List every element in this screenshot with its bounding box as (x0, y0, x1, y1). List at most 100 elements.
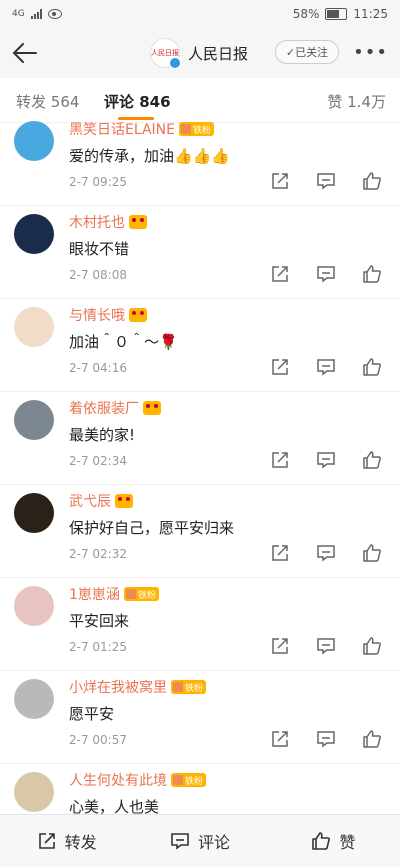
share-icon[interactable] (270, 543, 290, 563)
comment-list: 黑笑日话ELAINE 铁粉 爱的传承，加油👍👍👍 2-7 09:25 木村托也 眼妆不错 2… (0, 113, 400, 857)
reply-icon[interactable] (316, 543, 336, 563)
clock: 11:25 (353, 7, 388, 21)
like-icon[interactable] (362, 729, 382, 749)
comment-item[interactable]: 着依服装厂最美的家! 2-7 02:34 (0, 392, 400, 485)
tab-comments[interactable]: 评论 846 (104, 91, 171, 112)
comment-item[interactable]: 与情长哦 加油＾０＾～🌹 2-7 04:16 (0, 299, 400, 392)
comment-item[interactable]: 木村托也眼妆不错 2-7 08:08 (0, 206, 400, 299)
comment-time: 2-7 00:57 (69, 733, 127, 747)
comment-actions (270, 357, 382, 377)
share-icon[interactable] (270, 357, 290, 377)
comment-actions (270, 729, 382, 749)
follow-button[interactable]: ✓已关注 (275, 40, 339, 64)
avatar[interactable] (14, 307, 54, 347)
comment-item[interactable]: 黑笑日话ELAINE 铁粉 爱的传承，加油👍👍👍 2-7 09:25 (0, 113, 400, 206)
fan-badge: 铁粉 (179, 122, 215, 136)
comment-item[interactable]: 小烊在我被窝里 铁粉 愿平安 2-7 00:57 (0, 671, 400, 764)
account-logo: 人民日报 (150, 38, 181, 69)
fan-badge: 铁粉 (123, 587, 159, 601)
share-icon[interactable] (270, 729, 290, 749)
avatar[interactable] (14, 214, 54, 254)
like-icon[interactable] (362, 171, 382, 191)
comment-actions (270, 636, 382, 656)
page-title: 人民日报 (188, 44, 249, 63)
back-arrow-icon[interactable] (10, 39, 40, 67)
account-header[interactable]: 人民日报 人民日报 (150, 38, 249, 69)
crown-badge-icon (129, 308, 147, 322)
username[interactable]: 人生何处有此境 (69, 770, 167, 790)
username[interactable]: 1崽崽涵 (69, 584, 120, 604)
comment-time: 2-7 04:16 (69, 361, 127, 375)
comment-author: 人生何处有此境 铁粉 (69, 770, 207, 790)
crown-icon (125, 589, 136, 599)
crown-badge-icon (115, 494, 133, 508)
like-icon[interactable] (362, 357, 382, 377)
reply-icon[interactable] (316, 357, 336, 377)
tab-repost[interactable]: 转发 564 (16, 91, 79, 112)
comment-time: 2-7 02:32 (69, 547, 127, 561)
share-icon[interactable] (270, 636, 290, 656)
avatar[interactable] (14, 772, 54, 812)
crown-badge-icon (129, 215, 147, 229)
top-bar: 人民日报 人民日报 ✓已关注 ••• (0, 28, 400, 78)
like-icon[interactable] (362, 450, 382, 470)
comment-button[interactable]: 评论 (133, 815, 266, 867)
comment-actions (270, 171, 382, 191)
signal-icon (30, 9, 42, 19)
comment-time: 2-7 01:25 (69, 640, 127, 654)
share-icon[interactable] (270, 171, 290, 191)
avatar[interactable] (14, 679, 54, 719)
comment-item[interactable]: 武弋辰 保护好自己，愿平安归来 2-7 02:32 (0, 485, 400, 578)
like-icon[interactable] (362, 264, 382, 284)
reply-icon[interactable] (316, 729, 336, 749)
network-label: 4G (12, 9, 25, 19)
username[interactable]: 与情长哦 (69, 305, 125, 325)
username[interactable]: 着依服装厂 (69, 398, 139, 418)
username[interactable]: 武弋辰 (69, 491, 111, 511)
like-icon[interactable] (362, 543, 382, 563)
avatar[interactable] (14, 400, 54, 440)
like-button[interactable]: 赞 (267, 815, 400, 867)
share-icon[interactable] (270, 264, 290, 284)
crown-icon (181, 124, 191, 134)
avatar[interactable] (14, 121, 54, 161)
comment-author: 黑笑日话ELAINE 铁粉 (69, 119, 215, 139)
reply-icon[interactable] (316, 264, 336, 284)
crown-icon (173, 682, 183, 692)
comment-item[interactable]: 1崽崽涵 铁粉 平安回来 2-7 01:25 (0, 578, 400, 671)
tab-likes[interactable]: 赞 1.4万 (327, 91, 386, 112)
like-icon[interactable] (362, 636, 382, 656)
comment-time: 2-7 02:34 (69, 454, 127, 468)
comment-text: 爱的传承，加油👍👍👍 (69, 147, 231, 165)
crown-badge-icon (143, 401, 161, 415)
comment-actions (270, 264, 382, 284)
username[interactable]: 黑笑日话ELAINE (69, 119, 175, 139)
crown-icon (173, 775, 183, 785)
comment-author: 1崽崽涵 铁粉 (69, 584, 159, 604)
comment-time: 2-7 08:08 (69, 268, 127, 282)
username[interactable]: 木村托也 (69, 212, 125, 232)
comment-text: 最美的家! (69, 426, 136, 444)
more-icon[interactable]: ••• (353, 42, 388, 63)
repost-button[interactable]: 转发 (0, 815, 133, 867)
verified-icon (169, 57, 181, 69)
like-icon (312, 832, 331, 850)
fan-badge: 铁粉 (171, 680, 207, 694)
battery-percent: 58% (292, 7, 320, 21)
bottom-action-bar: 转发 评论 赞 (0, 814, 400, 867)
reply-icon[interactable] (316, 450, 336, 470)
reply-icon[interactable] (316, 171, 336, 191)
avatar[interactable] (14, 586, 54, 626)
comment-actions (270, 450, 382, 470)
share-icon[interactable] (270, 450, 290, 470)
comment-author: 武弋辰 (69, 491, 133, 511)
username[interactable]: 小烊在我被窝里 (69, 677, 167, 697)
avatar[interactable] (14, 493, 54, 533)
status-bar: 4G 58% 11:25 (0, 0, 400, 28)
comment-icon (171, 833, 189, 850)
fan-badge: 铁粉 (171, 773, 207, 787)
comment-author: 着依服装厂 (69, 398, 161, 418)
reply-icon[interactable] (316, 636, 336, 656)
comment-text: 眼妆不错 (69, 240, 130, 258)
eye-icon (47, 9, 62, 19)
